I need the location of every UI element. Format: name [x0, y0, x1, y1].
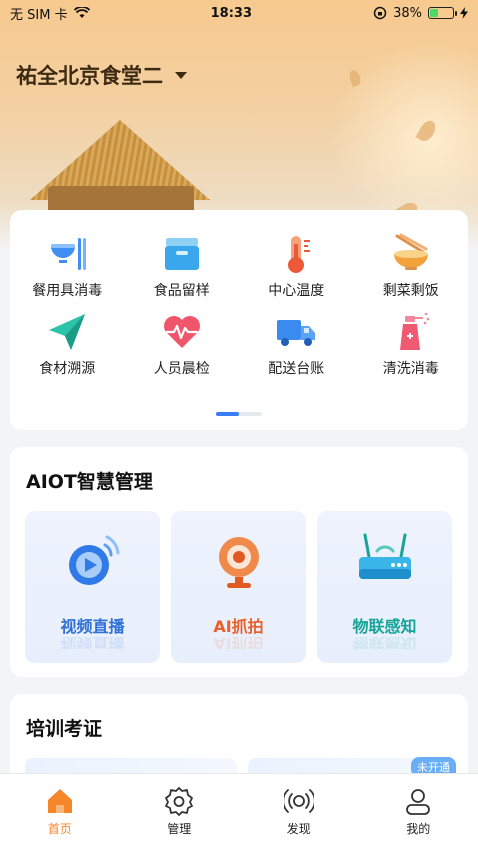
battery-percent: 38% — [393, 5, 422, 21]
tab-label: 发现 — [286, 822, 311, 836]
func-item-tableware-disinfection[interactable]: 餐用具消毒 — [10, 232, 125, 302]
func-item-ingredient-trace[interactable]: 食材溯源 — [10, 310, 125, 380]
battery-icon — [428, 7, 457, 19]
func-item-label: 食材溯源 — [39, 361, 96, 377]
func-item-core-temperature[interactable]: 中心温度 — [239, 232, 354, 302]
video-live-icon — [68, 535, 119, 585]
home-icon — [47, 789, 72, 813]
chevron-down-icon — [175, 71, 187, 79]
func-item-label: 剩菜剩饭 — [382, 283, 439, 299]
location-selector[interactable]: 祐全北京食堂二 — [16, 60, 187, 90]
food-box-icon — [164, 238, 199, 270]
func-item-label: 中心温度 — [268, 283, 325, 299]
func-item-label: 清洗消毒 — [382, 361, 439, 377]
broadcast-icon — [283, 789, 314, 813]
func-item-label: 配送台账 — [268, 361, 325, 377]
delivery-truck-icon — [277, 320, 316, 346]
tile-label: AI抓拍 — [213, 617, 264, 636]
tab-label: 首页 — [47, 822, 72, 836]
tab-home[interactable]: 首页 — [0, 774, 120, 850]
charging-icon — [460, 7, 468, 19]
function-grid-card: 餐用具消毒 食品留样 中心温度 剩菜剩饭 食材溯源 人员晨检 配送台账 清洗消毒 — [10, 210, 468, 430]
thermometer-icon — [288, 236, 311, 273]
training-title: 培训考证 — [26, 718, 103, 740]
tab-manage[interactable]: 管理 — [120, 774, 240, 850]
user-icon — [406, 789, 431, 815]
tab-label: 管理 — [167, 822, 192, 836]
func-item-food-sample[interactable]: 食品留样 — [125, 232, 240, 302]
func-item-cleaning-disinfection[interactable]: 清洗消毒 — [354, 310, 469, 380]
tile-iot-sensing[interactable]: 物联感知 物联感知 — [317, 511, 452, 663]
func-item-leftovers[interactable]: 剩菜剩饭 — [354, 232, 469, 302]
camera-icon — [218, 537, 259, 588]
bottom-tab-bar: 首页 管理 发现 我的 — [0, 773, 478, 850]
tab-label: 我的 — [406, 822, 431, 836]
func-item-staff-morning-check[interactable]: 人员晨检 — [125, 310, 240, 380]
tab-mine[interactable]: 我的 — [359, 774, 478, 850]
aiot-title: AIOT智慧管理 — [26, 471, 153, 493]
tile-label: 视频直播 — [60, 617, 125, 636]
gear-icon — [165, 787, 194, 816]
bowl-chopsticks-icon — [51, 238, 87, 270]
leftover-bowl-icon — [393, 233, 428, 270]
func-item-label: 食品留样 — [153, 283, 210, 299]
func-item-label: 人员晨检 — [153, 361, 210, 377]
tile-ai-capture[interactable]: AI抓拍 AI抓拍 — [171, 511, 306, 663]
clock: 18:33 — [210, 5, 253, 21]
func-item-label: 餐用具消毒 — [32, 283, 103, 299]
carrier-label: 无 SIM 卡 — [10, 7, 68, 23]
tile-video-live[interactable]: 视频直播 视频直播 — [25, 511, 160, 663]
rotation-lock-icon — [373, 6, 387, 20]
aiot-card: AIOT智慧管理 视频直播 视频直播 AI抓拍 AI抓拍 物联感知 物联感知 — [10, 447, 468, 677]
location-name: 祐全北京食堂二 — [16, 64, 163, 88]
heart-pulse-icon — [163, 316, 200, 348]
wifi-icon — [73, 7, 90, 18]
tab-discover[interactable]: 发现 — [239, 774, 359, 850]
router-icon — [358, 533, 411, 579]
func-item-delivery-ledger[interactable]: 配送台账 — [239, 310, 354, 380]
page-indicator — [216, 412, 262, 416]
paper-plane-icon — [49, 314, 86, 350]
status-bar: 无 SIM 卡 18:33 38% — [0, 0, 478, 26]
spray-bottle-icon — [399, 312, 430, 350]
tile-label: 物联感知 — [352, 617, 417, 636]
